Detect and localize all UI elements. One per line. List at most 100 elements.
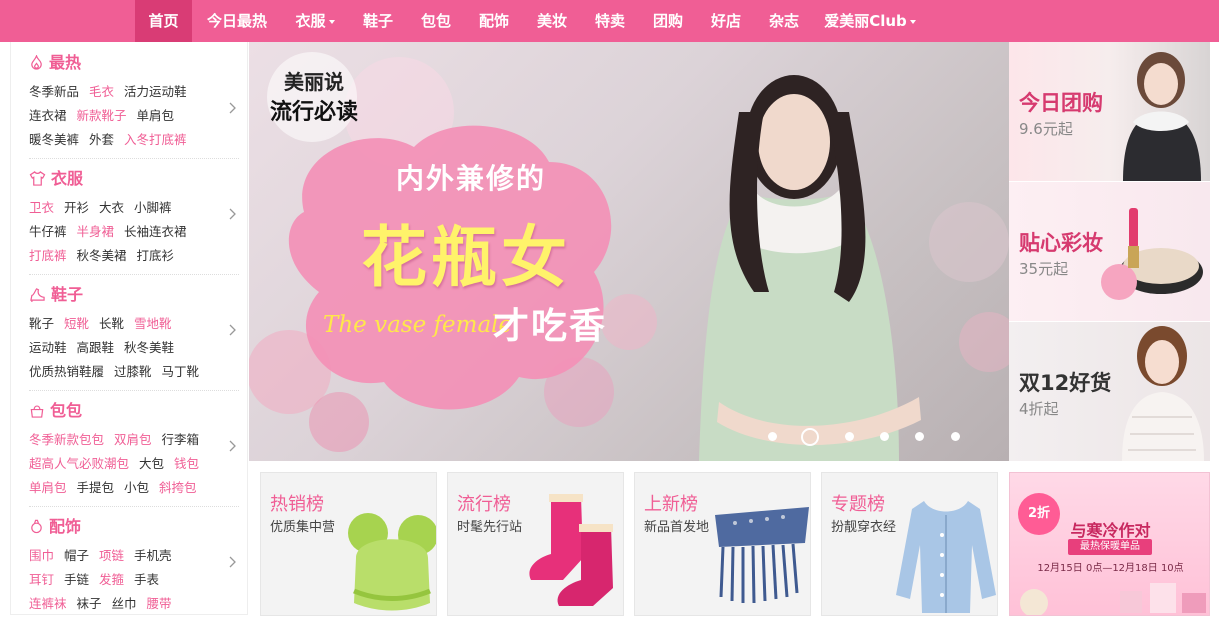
category-link[interactable]: 超高人气必败潮包 [29,456,129,471]
category-link[interactable]: 手机壳 [134,548,172,563]
category-heading[interactable]: 最热 [29,52,81,74]
winter-warm-promo[interactable]: 2折 与寒冷作对 最热保暖单品 12月15日 0点—12月18日 10点 [1009,472,1210,616]
banner-headline-2: 花瓶女 [361,218,571,296]
category-links-row: 运动鞋 高跟鞋 秋冬美鞋 [29,338,184,358]
nav-shoes[interactable]: 鞋子 [352,0,404,42]
card-title: 流行榜 [457,494,511,515]
carousel-dot[interactable] [880,432,889,441]
category-link[interactable]: 袜子 [77,596,102,611]
shirt-icon [29,171,46,186]
category-heading[interactable]: 包包 [29,400,82,422]
category-link[interactable]: 打底裤 [29,248,67,263]
chevron-right-icon[interactable] [227,556,237,568]
category-link[interactable]: 外套 [89,132,114,147]
category-link[interactable]: 手表 [134,572,159,587]
carousel-dot[interactable] [845,432,854,441]
category-link[interactable]: 运动鞋 [29,340,67,355]
nav-home[interactable]: 首页 [135,0,192,42]
category-link[interactable]: 高跟鞋 [77,340,115,355]
hero-banner[interactable]: 美丽说 流行必读 内外兼修的 花瓶女 The vase female 才吃香 [249,42,1009,461]
category-link[interactable]: 长靴 [99,316,124,331]
category-link[interactable]: 冬季新品 [29,84,79,99]
category-link[interactable]: 秋冬美裙 [77,248,127,263]
chevron-right-icon[interactable] [227,102,237,114]
carousel-dot[interactable] [951,432,960,441]
ranking-card-new[interactable]: 上新榜 新品首发地 [634,472,811,616]
nav-accessories[interactable]: 配饰 [468,0,520,42]
category-link[interactable]: 活力运动鞋 [124,84,187,99]
banner-headline-1: 内外兼修的 [395,162,546,195]
category-link[interactable]: 牛仔裤 [29,224,67,239]
promo-subtitle: 4折起 [1019,400,1059,418]
category-link[interactable]: 开衫 [64,200,89,215]
category-link[interactable]: 腰带 [147,596,172,611]
nav-beauty[interactable]: 美妆 [526,0,578,42]
category-link[interactable]: 优质热销鞋履 [29,364,104,379]
category-link[interactable]: 单肩包 [137,108,175,123]
category-link[interactable]: 手提包 [77,480,115,495]
category-link[interactable]: 秋冬美鞋 [124,340,174,355]
category-links-row: 单肩包 手提包 小包 斜挎包 [29,478,207,498]
carousel-dot[interactable] [915,432,924,441]
category-link[interactable]: 冬季新款包包 [29,432,104,447]
category-link[interactable]: 小包 [124,480,149,495]
category-link[interactable]: 围巾 [29,548,54,563]
nav-sale[interactable]: 特卖 [584,0,636,42]
category-link[interactable]: 打底衫 [137,248,175,263]
category-link[interactable]: 小脚裤 [134,200,172,215]
category-link[interactable]: 靴子 [29,316,54,331]
promo-subtitle: 35元起 [1019,260,1069,278]
category-link[interactable]: 连衣裙 [29,108,67,123]
category-link[interactable]: 项链 [99,548,124,563]
nav-magazine[interactable]: 杂志 [758,0,810,42]
chevron-right-icon[interactable] [227,208,237,220]
category-link[interactable]: 斜挎包 [159,480,197,495]
category-link[interactable]: 入冬打底裤 [124,132,187,147]
category-link[interactable]: 双肩包 [114,432,152,447]
ranking-card-trending[interactable]: 流行榜 时髦先行站 [447,472,624,616]
category-link[interactable]: 半身裙 [77,224,115,239]
nav-group-buy[interactable]: 团购 [642,0,694,42]
category-link[interactable]: 暖冬美裤 [29,132,79,147]
ranking-card-topic[interactable]: 专题榜 扮靓穿衣经 [821,472,998,616]
category-link[interactable]: 雪地靴 [134,316,172,331]
nav-clothes[interactable]: 衣服 [287,0,343,42]
category-link[interactable]: 单肩包 [29,480,67,495]
ranking-card-bestseller[interactable]: 热销榜 优质集中营 [260,472,437,616]
promo-model-image [1122,326,1204,461]
category-link[interactable]: 发箍 [99,572,124,587]
nav-good-shops[interactable]: 好店 [700,0,752,42]
category-link[interactable]: 卫衣 [29,200,54,215]
category-link[interactable]: 丝巾 [112,596,137,611]
promo-cosmetics[interactable]: 贴心彩妆 35元起 [1009,182,1210,321]
category-heading[interactable]: 衣服 [29,168,83,190]
nav-today-hot[interactable]: 今日最热 [197,0,277,42]
nav-label: 特卖 [594,12,625,30]
category-link[interactable]: 钱包 [174,456,199,471]
chevron-right-icon[interactable] [227,324,237,336]
category-links-row: 围巾 帽子 项链 手机壳 [29,546,182,566]
chevron-right-icon[interactable] [227,440,237,452]
nav-label: 团购 [652,12,683,30]
category-link[interactable]: 大包 [139,456,164,471]
category-link[interactable]: 手链 [64,572,89,587]
nav-club[interactable]: 爱美丽Club [820,0,920,42]
category-link[interactable]: 连裤袜 [29,596,67,611]
carousel-dot[interactable] [768,432,777,441]
carousel-dot-active[interactable] [801,428,819,446]
category-link[interactable]: 马丁靴 [162,364,200,379]
category-heading[interactable]: 鞋子 [29,284,83,306]
category-link[interactable]: 大衣 [99,200,124,215]
category-link[interactable]: 新款靴子 [77,108,127,123]
nav-bags[interactable]: 包包 [410,0,462,42]
category-link[interactable]: 长袖连衣裙 [124,224,187,239]
promo-group-buy[interactable]: 今日团购 9.6元起 [1009,42,1210,181]
category-link[interactable]: 帽子 [64,548,89,563]
category-link[interactable]: 过膝靴 [114,364,152,379]
category-link[interactable]: 行李箱 [162,432,200,447]
category-link[interactable]: 毛衣 [89,84,114,99]
category-heading[interactable]: 配饰 [29,516,81,538]
promo-double-12[interactable]: 双12好货 4折起 [1009,322,1210,461]
category-link[interactable]: 短靴 [64,316,89,331]
category-link[interactable]: 耳钉 [29,572,54,587]
